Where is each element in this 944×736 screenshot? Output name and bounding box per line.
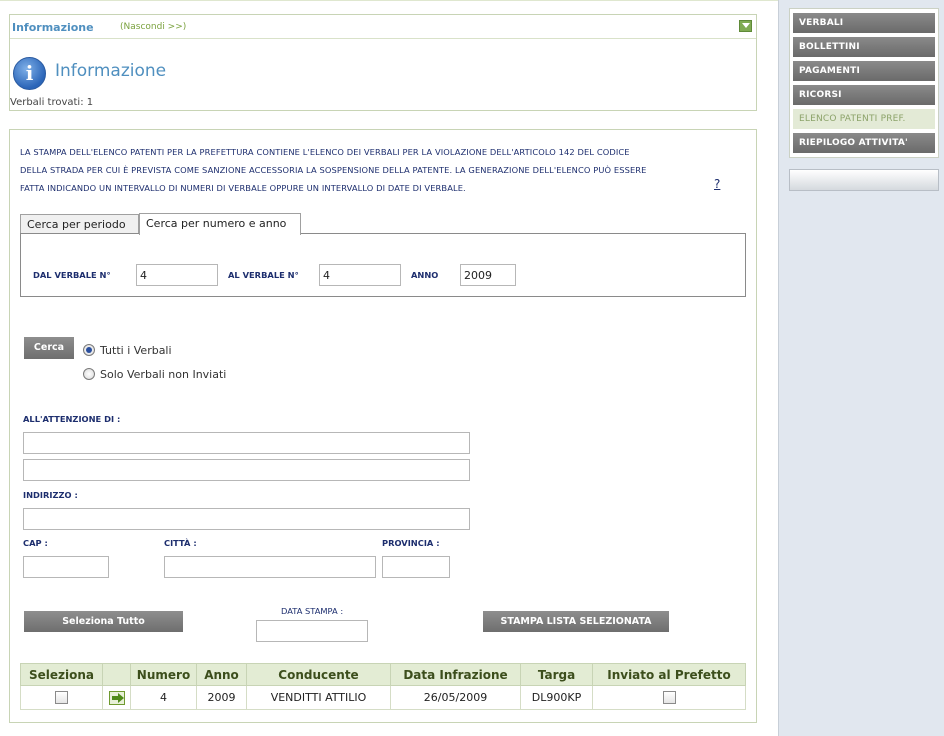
to-verbale-label: AL VERBALE N° bbox=[228, 270, 299, 280]
cap-label: CAP : bbox=[23, 538, 48, 548]
table-header-row: Seleziona Numero Anno Conducente Data In… bbox=[20, 663, 746, 686]
cell-select bbox=[20, 685, 103, 710]
to-verbale-input[interactable]: 4 bbox=[319, 264, 401, 286]
tab-cerca-per-periodo[interactable]: Cerca per periodo bbox=[20, 214, 139, 235]
radio-all-verbali[interactable] bbox=[83, 344, 95, 356]
description-line: DELLA STRADA PER CUI È PREVISTA COME SAN… bbox=[20, 165, 647, 175]
sidebar-item-verbali[interactable]: VERBALI bbox=[793, 13, 935, 33]
cell-targa: DL900KP bbox=[520, 685, 593, 710]
sent-to-prefect-checkbox[interactable] bbox=[662, 691, 676, 705]
sidebar-item-elenco-patenti[interactable]: ELENCO PATENTI PREF. bbox=[793, 109, 935, 129]
cell-action bbox=[102, 685, 131, 710]
attention-input-1[interactable] bbox=[23, 432, 470, 454]
records-found-text: Verbali trovati: 1 bbox=[10, 97, 94, 108]
sidebar-item-pagamenti[interactable]: PAGAMENTI bbox=[793, 61, 935, 81]
col-header-conducente: Conducente bbox=[246, 663, 391, 686]
sidebar-item-ricorsi[interactable]: RICORSI bbox=[793, 85, 935, 105]
cell-anno: 2009 bbox=[196, 685, 247, 710]
sidebar-item-riepilogo[interactable]: RIEPILOGO ATTIVITA' bbox=[793, 133, 935, 153]
sidebar-item-bollettini[interactable]: BOLLETTINI bbox=[793, 37, 935, 57]
info-panel-title: Informazione bbox=[12, 21, 94, 34]
collapse-icon[interactable] bbox=[739, 20, 752, 32]
hide-info-link[interactable]: (Nascondi >>) bbox=[120, 22, 186, 32]
top-divider bbox=[0, 0, 778, 1]
cell-numero: 4 bbox=[130, 685, 197, 710]
province-label: PROVINCIA : bbox=[382, 538, 440, 548]
table-row: 4 2009 VENDITTI ATTILIO 26/05/2009 DL900… bbox=[20, 685, 746, 710]
year-label: ANNO bbox=[411, 270, 439, 280]
print-date-input[interactable] bbox=[256, 620, 368, 642]
sidebar-menu: VERBALI BOLLETTINI PAGAMENTI RICORSI ELE… bbox=[789, 8, 939, 158]
select-all-button[interactable]: Seleziona Tutto bbox=[24, 611, 183, 632]
right-sidebar: VERBALI BOLLETTINI PAGAMENTI RICORSI ELE… bbox=[778, 0, 944, 736]
province-input[interactable] bbox=[382, 556, 450, 578]
arrow-right-icon[interactable] bbox=[108, 690, 125, 705]
address-label: INDIRIZZO : bbox=[23, 490, 78, 500]
col-header-action bbox=[102, 663, 131, 686]
radio-not-sent-verbali[interactable] bbox=[83, 368, 95, 380]
cap-input[interactable] bbox=[23, 556, 109, 578]
help-link[interactable]: ? bbox=[714, 177, 720, 191]
info-panel: Informazione (Nascondi >>) i Informazion… bbox=[9, 14, 757, 111]
attention-input-2[interactable] bbox=[23, 459, 470, 481]
info-icon: i bbox=[13, 57, 46, 90]
sidebar-empty-box bbox=[789, 169, 939, 191]
description-text: LA STAMPA DELL'ELENCO PATENTI PER LA PRE… bbox=[20, 143, 710, 197]
search-tab-content: DAL VERBALE N° 4 AL VERBALE N° 4 ANNO 20… bbox=[20, 233, 746, 297]
col-header-anno: Anno bbox=[196, 663, 247, 686]
city-input[interactable] bbox=[164, 556, 376, 578]
from-verbale-label: DAL VERBALE N° bbox=[33, 270, 111, 280]
cell-inviato bbox=[592, 685, 746, 710]
col-header-seleziona: Seleziona bbox=[20, 663, 103, 686]
col-header-targa: Targa bbox=[520, 663, 593, 686]
tab-cerca-per-numero[interactable]: Cerca per numero e anno bbox=[139, 213, 301, 235]
col-header-data-infrazione: Data Infrazione bbox=[390, 663, 521, 686]
col-header-numero: Numero bbox=[130, 663, 197, 686]
description-line: FATTA INDICANDO UN INTERVALLO DI NUMERI … bbox=[20, 183, 466, 193]
main-panel: LA STAMPA DELL'ELENCO PATENTI PER LA PRE… bbox=[9, 129, 757, 723]
print-selected-button[interactable]: STAMPA LISTA SELEZIONATA bbox=[483, 611, 669, 632]
cell-conducente: VENDITTI ATTILIO bbox=[246, 685, 391, 710]
radio-not-sent-label: Solo Verbali non Inviati bbox=[100, 368, 227, 381]
col-header-inviato: Inviato al Prefetto bbox=[592, 663, 746, 686]
year-input[interactable]: 2009 bbox=[460, 264, 516, 286]
address-input[interactable] bbox=[23, 508, 470, 530]
print-date-label: DATA STAMPA : bbox=[281, 606, 344, 616]
verbali-table: Seleziona Numero Anno Conducente Data In… bbox=[20, 663, 746, 710]
info-header: Informazione (Nascondi >>) bbox=[10, 15, 756, 39]
radio-all-label: Tutti i Verbali bbox=[100, 344, 172, 357]
description-line: LA STAMPA DELL'ELENCO PATENTI PER LA PRE… bbox=[20, 147, 630, 157]
cell-data-infrazione: 26/05/2009 bbox=[390, 685, 521, 710]
from-verbale-input[interactable]: 4 bbox=[136, 264, 218, 286]
select-checkbox[interactable] bbox=[55, 691, 68, 705]
attention-label: ALL'ATTENZIONE DI : bbox=[23, 414, 121, 424]
info-heading: Informazione bbox=[55, 61, 167, 81]
search-button[interactable]: Cerca bbox=[24, 337, 74, 359]
city-label: CITTÀ : bbox=[164, 538, 197, 548]
